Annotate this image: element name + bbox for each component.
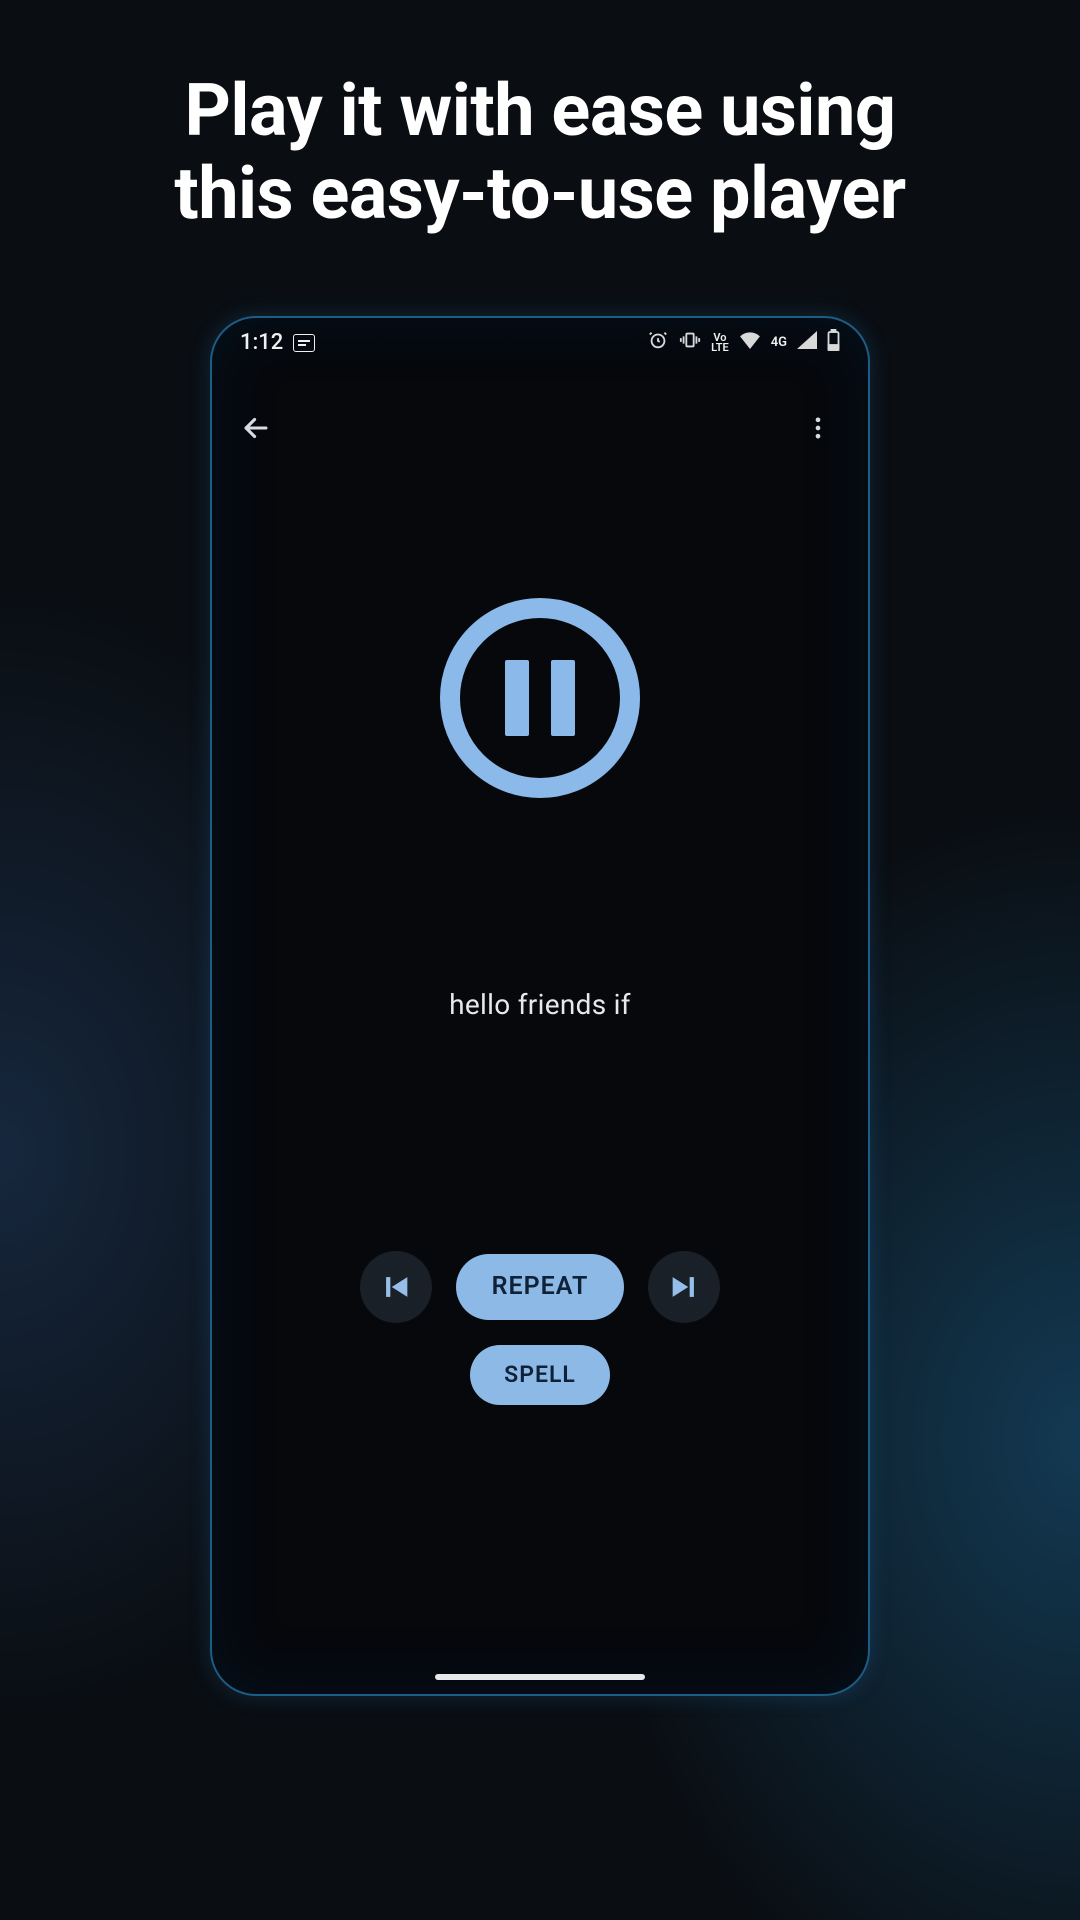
- controls-row: REPEAT: [360, 1251, 721, 1323]
- network-label: 4G: [771, 335, 787, 350]
- spell-label: SPELL: [504, 1361, 576, 1388]
- status-right: Vo LTE 4G: [647, 329, 840, 357]
- skip-previous-icon: [379, 1270, 413, 1304]
- repeat-button[interactable]: REPEAT: [456, 1254, 625, 1320]
- status-left: 1:12: [240, 330, 315, 355]
- wifi-icon: [739, 330, 761, 355]
- previous-button[interactable]: [360, 1251, 432, 1323]
- app-bar: [212, 388, 868, 468]
- spell-button[interactable]: SPELL: [470, 1345, 610, 1405]
- transcript-text: hello friends if: [449, 988, 631, 1021]
- gesture-bar[interactable]: [435, 1674, 645, 1680]
- more-vertical-icon: [804, 414, 832, 442]
- headline-line-1: Play it with ease using: [174, 70, 905, 153]
- headline-line-2: this easy-to-use player: [174, 153, 905, 236]
- status-bar: 1:12 Vo LTE 4G: [212, 318, 868, 368]
- battery-icon: [827, 329, 840, 357]
- more-button[interactable]: [792, 402, 844, 454]
- repeat-label: REPEAT: [492, 1272, 589, 1301]
- player-content: hello friends if REPEAT SPELL: [212, 468, 868, 1694]
- vibrate-icon: [679, 329, 701, 357]
- back-button[interactable]: [230, 402, 282, 454]
- signal-icon: [797, 330, 817, 355]
- play-pause-button[interactable]: [440, 598, 640, 798]
- volte-icon: Vo LTE: [711, 333, 729, 353]
- arrow-left-icon: [239, 411, 273, 445]
- phone-frame: 1:12 Vo LTE 4G: [210, 316, 870, 1696]
- promo-headline: Play it with ease using this easy-to-use…: [174, 70, 905, 236]
- status-time: 1:12: [240, 330, 283, 355]
- spell-row: SPELL: [470, 1345, 610, 1405]
- next-button[interactable]: [648, 1251, 720, 1323]
- alarm-icon: [647, 329, 669, 357]
- pause-icon: [505, 660, 575, 736]
- skip-next-icon: [667, 1270, 701, 1304]
- caption-icon: [293, 334, 315, 352]
